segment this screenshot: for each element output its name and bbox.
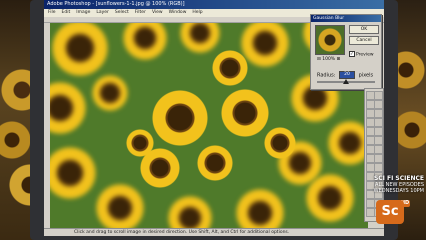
- sunflower: [50, 82, 86, 134]
- cancel-button[interactable]: Cancel: [349, 36, 379, 45]
- zoom-level: 100%: [322, 57, 336, 62]
- checkbox-icon: ✓: [349, 51, 355, 57]
- menu-item-window[interactable]: Window: [169, 9, 187, 17]
- menu-item-file[interactable]: File: [48, 9, 56, 17]
- slider-handle-icon[interactable]: [343, 79, 349, 84]
- dialog-title: Gaussian Blur: [311, 15, 381, 22]
- gaussian-blur-dialog: Gaussian Blur OK Cancel ✓ Preview ⊟ 100% …: [310, 14, 382, 90]
- menu-item-filter[interactable]: Filter: [135, 9, 146, 17]
- promo-line-3: WEDNESDAYS 10PM: [373, 188, 424, 194]
- sunflower: [152, 90, 208, 146]
- window-title: Adobe Photoshop - [sunflowers-1-1.jpg @ …: [44, 0, 384, 9]
- sunflower: [180, 23, 220, 53]
- sunflower: [92, 75, 128, 111]
- tool-icon[interactable]: [374, 163, 383, 172]
- preview-checkbox[interactable]: ✓ Preview: [349, 51, 374, 58]
- sunflower: [123, 23, 167, 60]
- preview-label: Preview: [356, 52, 374, 58]
- sunflower: [96, 184, 144, 228]
- menu-item-select[interactable]: Select: [115, 9, 129, 17]
- menu-item-help[interactable]: Help: [192, 9, 202, 17]
- sunflower: [50, 147, 96, 199]
- tool-icon[interactable]: [374, 145, 383, 154]
- tool-icon[interactable]: [374, 127, 383, 136]
- sunflower: [241, 23, 289, 67]
- radius-unit: pixels: [358, 72, 374, 79]
- tool-icon[interactable]: [374, 118, 383, 127]
- sunflower: [328, 121, 368, 165]
- tool-icon[interactable]: [374, 154, 383, 163]
- menu-item-layer[interactable]: Layer: [96, 9, 109, 17]
- zoom-out-icon[interactable]: ⊟: [317, 57, 321, 62]
- monitor-screen: Adobe Photoshop - [sunflowers-1-1.jpg @ …: [44, 0, 384, 236]
- photo-scene: Adobe Photoshop - [sunflowers-1-1.jpg @ …: [0, 0, 426, 240]
- sunflower: [264, 127, 296, 159]
- blur-preview-thumbnail[interactable]: [315, 25, 345, 55]
- sunflower: [221, 89, 269, 137]
- sunflower: [197, 145, 233, 181]
- zoom-in-icon[interactable]: ⊞: [337, 57, 341, 62]
- tool-icon[interactable]: [374, 109, 383, 118]
- status-bar-text: Click and drag to scroll image in desire…: [44, 228, 384, 236]
- menu-item-edit[interactable]: Edit: [62, 9, 71, 17]
- channel-promo: SCI FI SCIENCE ALL NEW EPISODES WEDNESDA…: [360, 176, 424, 195]
- sunflower: [52, 23, 108, 76]
- radius-slider[interactable]: [317, 79, 375, 84]
- tool-icon[interactable]: [374, 136, 383, 145]
- radius-row: Radius: 20 pixels: [317, 71, 373, 79]
- sunflower: [168, 196, 212, 228]
- tool-icon[interactable]: [374, 100, 383, 109]
- ok-button[interactable]: OK: [349, 25, 379, 34]
- sunflower: [306, 174, 354, 222]
- menu-item-image[interactable]: Image: [76, 9, 90, 17]
- menu-item-view[interactable]: View: [152, 9, 163, 17]
- preview-zoom: ⊟ 100% ⊞: [317, 57, 340, 62]
- sunflower: [126, 129, 154, 157]
- sunflower: [212, 50, 248, 86]
- radius-label: Radius:: [317, 72, 336, 79]
- channel-logo: Sc: [376, 200, 404, 224]
- tool-icon[interactable]: [374, 91, 383, 100]
- sunflower: [236, 189, 284, 228]
- radius-input[interactable]: 20: [339, 71, 356, 79]
